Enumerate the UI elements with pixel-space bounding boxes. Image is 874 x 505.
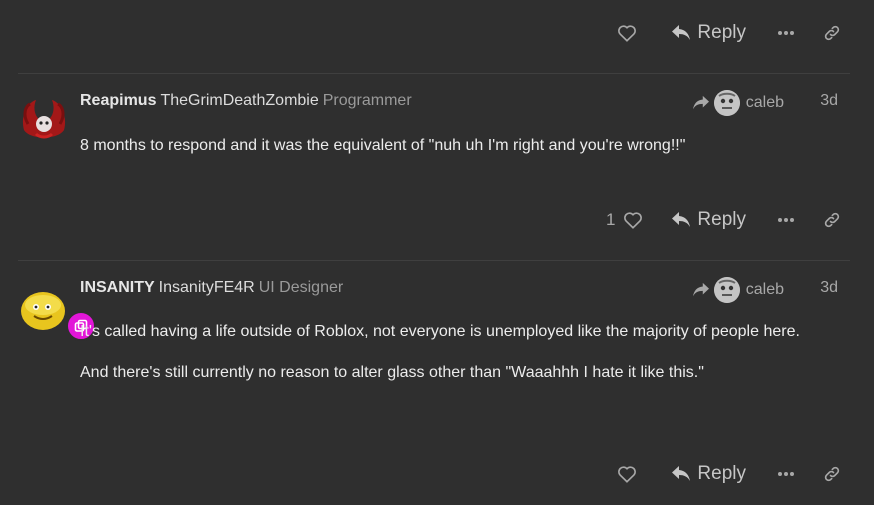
copy-link-button[interactable] xyxy=(814,15,850,51)
reply-to-username: caleb xyxy=(745,281,784,298)
reply-arrow-icon xyxy=(672,212,691,227)
post-actions: Reply xyxy=(0,454,874,494)
reply-to-tab[interactable]: caleb xyxy=(692,90,784,116)
ellipsis-icon xyxy=(778,218,794,222)
link-icon xyxy=(824,466,840,482)
like-count[interactable]: 1 xyxy=(606,210,615,230)
display-name[interactable]: Reapimus xyxy=(80,92,156,109)
reply-button[interactable]: Reply xyxy=(671,202,746,238)
post-date[interactable]: 3d xyxy=(820,92,838,110)
user-title: Programmer xyxy=(322,92,412,109)
post-paragraph: It's called having a life outside of Rob… xyxy=(80,323,800,340)
username[interactable]: TheGrimDeathZombie xyxy=(160,92,318,109)
post-paragraph: 8 months to respond and it was the equiv… xyxy=(80,137,686,154)
more-actions-button[interactable] xyxy=(768,202,804,238)
post-author: Reapimus TheGrimDeathZombie Programmer xyxy=(80,92,412,110)
heart-icon xyxy=(624,212,643,229)
reply-arrow-icon xyxy=(672,466,691,481)
reply-button[interactable]: Reply xyxy=(671,15,746,51)
copy-link-button[interactable] xyxy=(814,456,850,492)
post-date[interactable]: 3d xyxy=(820,279,838,297)
more-actions-button[interactable] xyxy=(768,15,804,51)
user-title: UI Designer xyxy=(258,279,344,296)
post-paragraph: And there's still currently no reason to… xyxy=(80,364,704,381)
post-actions: 1 Reply xyxy=(0,200,874,240)
reply-arrow-icon xyxy=(672,25,691,40)
share-arrow-icon xyxy=(692,95,709,110)
share-arrow-icon xyxy=(692,282,709,297)
reply-to-tab[interactable]: caleb xyxy=(692,277,784,303)
link-icon xyxy=(824,212,840,228)
avatar[interactable] xyxy=(18,94,70,146)
heart-icon xyxy=(618,466,637,483)
reply-label: Reply xyxy=(697,209,746,230)
reply-label: Reply xyxy=(697,22,746,43)
post-divider xyxy=(18,260,850,261)
like-button[interactable] xyxy=(621,202,645,238)
reply-to-username: caleb xyxy=(745,94,784,111)
more-actions-button[interactable] xyxy=(768,456,804,492)
post-actions-top: Reply xyxy=(0,13,874,53)
display-name[interactable]: INSANITY xyxy=(80,279,155,296)
link-icon xyxy=(824,25,840,41)
ellipsis-icon xyxy=(778,31,794,35)
heart-icon xyxy=(618,25,637,42)
copy-link-button[interactable] xyxy=(814,202,850,238)
avatar xyxy=(713,90,740,116)
ellipsis-icon xyxy=(778,472,794,476)
like-button[interactable] xyxy=(609,15,645,51)
avatar xyxy=(713,277,740,303)
post-body: It's called having a life outside of Rob… xyxy=(80,320,820,402)
reply-button[interactable]: Reply xyxy=(671,456,746,492)
post-divider xyxy=(18,73,850,74)
username[interactable]: InsanityFE4R xyxy=(159,279,255,296)
reply-label: Reply xyxy=(697,463,746,484)
post-author: INSANITY InsanityFE4R UI Designer xyxy=(80,279,343,297)
post-body: 8 months to respond and it was the equiv… xyxy=(80,134,820,175)
avatar[interactable] xyxy=(18,285,96,341)
like-button[interactable] xyxy=(609,456,645,492)
